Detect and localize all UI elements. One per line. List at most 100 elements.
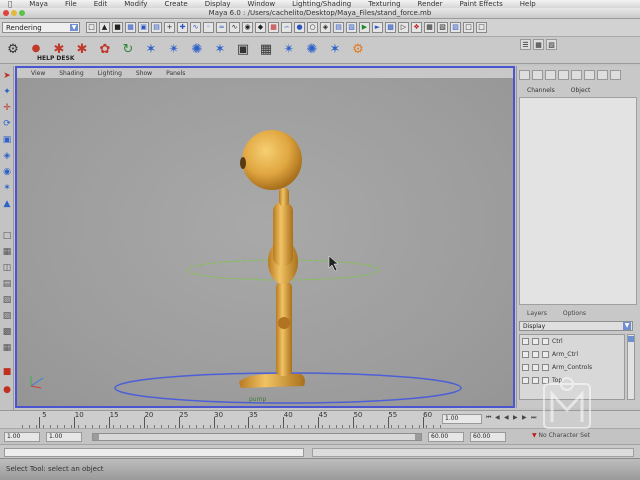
layer-color-swatch[interactable] bbox=[542, 338, 549, 345]
shelf-menu-icon[interactable]: ☰ bbox=[520, 39, 531, 50]
make-live-icon[interactable]: ◈ bbox=[320, 22, 331, 33]
menu-render[interactable]: Render bbox=[418, 0, 443, 8]
playback-start-field[interactable]: 1.00 bbox=[46, 432, 82, 442]
channel-toolbar-btn-5[interactable] bbox=[571, 70, 582, 80]
scroll-arrow-icon[interactable] bbox=[628, 336, 634, 342]
select-object-icon[interactable]: ▣ bbox=[138, 22, 149, 33]
shelf-tool-blue2-icon[interactable]: ✴ bbox=[165, 40, 183, 58]
mask-dynamics-icon[interactable]: ∿ bbox=[229, 22, 240, 33]
mask-joints-icon[interactable]: ✚ bbox=[177, 22, 188, 33]
show-manipulator-icon[interactable]: ✶ bbox=[1, 182, 13, 194]
shelf-tool-dark2-icon[interactable]: ▦ bbox=[257, 40, 275, 58]
channel-toolbar-btn-4[interactable] bbox=[558, 70, 569, 80]
current-frame-field[interactable]: 1.00 bbox=[442, 414, 482, 424]
range-bar[interactable] bbox=[92, 433, 422, 441]
menu-edit[interactable]: Edit bbox=[94, 0, 108, 8]
step-forward-icon[interactable]: ▶ bbox=[522, 414, 529, 423]
render-globals-icon[interactable]: ▩ bbox=[385, 22, 396, 33]
lasso-tool-icon[interactable]: ✦ bbox=[1, 86, 13, 98]
show-attribute-editor-icon[interactable]: ▦ bbox=[424, 22, 435, 33]
soft-mod-tool-icon[interactable]: ◉ bbox=[1, 166, 13, 178]
layer-visibility-toggle[interactable] bbox=[522, 364, 529, 371]
status-extra2-icon[interactable]: □ bbox=[476, 22, 487, 33]
close-window-button[interactable] bbox=[3, 10, 9, 16]
menu-file[interactable]: File bbox=[65, 0, 77, 8]
scale-tool-icon[interactable]: ▣ bbox=[1, 134, 13, 146]
snap-curve-icon[interactable]: ∽ bbox=[281, 22, 292, 33]
shelf-tool-blue3-icon[interactable]: ✺ bbox=[188, 40, 206, 58]
layer-row[interactable]: Arm_Ctrl bbox=[520, 348, 624, 361]
history-icon[interactable]: ▤ bbox=[333, 22, 344, 33]
animation-start-field[interactable]: 1.00 bbox=[4, 432, 40, 442]
app-menu[interactable]: Maya bbox=[29, 0, 48, 8]
zoom-window-button[interactable] bbox=[19, 10, 25, 16]
snap-point-icon[interactable]: ● bbox=[294, 22, 305, 33]
shelf-tool-red3-icon[interactable]: ✿ bbox=[96, 40, 114, 58]
tab-object[interactable]: Object bbox=[571, 87, 591, 97]
render-view-icon[interactable]: ▧ bbox=[346, 22, 357, 33]
select-component-icon[interactable]: ▤ bbox=[151, 22, 162, 33]
layout-four-icon[interactable]: ▦ bbox=[1, 246, 13, 258]
hypergraph-icon[interactable]: ❖ bbox=[411, 22, 422, 33]
perspective-panel[interactable]: View Shading Lighting Show Panels pump bbox=[15, 66, 515, 408]
layer-mode-select[interactable]: Display ▼ bbox=[519, 321, 633, 331]
shelf-options-icon[interactable]: ▧ bbox=[546, 39, 557, 50]
range-start-handle[interactable] bbox=[93, 434, 99, 440]
show-tool-settings-icon[interactable]: ▧ bbox=[437, 22, 448, 33]
play-backward-icon[interactable]: ◀ bbox=[504, 414, 511, 423]
go-to-end-icon[interactable]: ⏭ bbox=[531, 414, 538, 423]
menu-lighting-shading[interactable]: Lighting/Shading bbox=[292, 0, 351, 8]
input-line-icon[interactable]: ▷ bbox=[398, 22, 409, 33]
layer-template-toggle[interactable] bbox=[532, 377, 539, 384]
mask-handles-icon[interactable]: + bbox=[164, 22, 175, 33]
layout-persp-graph-icon[interactable]: ▤ bbox=[1, 278, 13, 290]
layout-extra2-icon[interactable]: ▦ bbox=[1, 342, 13, 354]
layer-row[interactable]: Arm_Controls bbox=[520, 361, 624, 374]
menu-display[interactable]: Display bbox=[205, 0, 231, 8]
render-current-icon[interactable]: ▶ bbox=[359, 22, 370, 33]
character-head[interactable] bbox=[242, 130, 302, 190]
last-tool-icon[interactable]: ▲ bbox=[1, 198, 13, 210]
save-scene-icon[interactable]: ■ bbox=[112, 22, 123, 33]
snap-view-plane-icon[interactable]: ○ bbox=[307, 22, 318, 33]
show-channel-box-icon[interactable]: ▨ bbox=[450, 22, 461, 33]
layout-custom2-icon[interactable]: ● bbox=[1, 384, 13, 396]
autokey-icon[interactable]: ▼ bbox=[532, 432, 537, 439]
go-to-start-icon[interactable]: ⏮ bbox=[486, 414, 493, 423]
step-back-icon[interactable]: ◀ bbox=[495, 414, 502, 423]
shelf-tool-red2-icon[interactable]: ✱ bbox=[73, 40, 91, 58]
shelf-tool-blue6-icon[interactable]: ✺ bbox=[303, 40, 321, 58]
layout-single-icon[interactable]: □ bbox=[1, 230, 13, 242]
layer-visibility-toggle[interactable] bbox=[522, 377, 529, 384]
menu-window[interactable]: Window bbox=[248, 0, 276, 8]
shelf-tool-blue7-icon[interactable]: ✶ bbox=[326, 40, 344, 58]
panel-menu-panels[interactable]: Panels bbox=[166, 70, 185, 77]
layout-custom-icon[interactable]: ■ bbox=[1, 366, 13, 378]
playback-end-field[interactable]: 60.00 bbox=[428, 432, 464, 442]
layout-side-icon[interactable]: ◫ bbox=[1, 262, 13, 274]
shelf-gear-icon[interactable]: ⚙ bbox=[4, 40, 22, 58]
layer-visibility-toggle[interactable] bbox=[522, 351, 529, 358]
layers-menu-layers[interactable]: Layers bbox=[527, 310, 547, 319]
range-end-handle[interactable] bbox=[415, 434, 421, 440]
menu-help[interactable]: Help bbox=[520, 0, 536, 8]
layer-template-toggle[interactable] bbox=[532, 338, 539, 345]
channel-toolbar-btn-6[interactable] bbox=[584, 70, 595, 80]
ipr-render-icon[interactable]: ► bbox=[372, 22, 383, 33]
tab-channels[interactable]: Channels bbox=[527, 87, 555, 97]
shelf-tool-blue5-icon[interactable]: ✴ bbox=[280, 40, 298, 58]
character-neck[interactable] bbox=[279, 188, 289, 206]
mask-rendering-icon[interactable]: ◉ bbox=[242, 22, 253, 33]
layer-visibility-toggle[interactable] bbox=[522, 338, 529, 345]
menu-set-select[interactable]: Rendering ▼ bbox=[2, 22, 80, 33]
layer-template-toggle[interactable] bbox=[532, 351, 539, 358]
status-extra-icon[interactable]: □ bbox=[463, 22, 474, 33]
shelf-tool-green-icon[interactable]: ↻ bbox=[119, 40, 137, 58]
layer-scrollbar[interactable] bbox=[627, 334, 635, 400]
select-tool-icon[interactable]: ➤ bbox=[1, 70, 13, 82]
select-hierarchy-icon[interactable]: ▦ bbox=[125, 22, 136, 33]
character-feet[interactable] bbox=[239, 374, 305, 388]
apple-menu-icon[interactable]:  bbox=[8, 0, 12, 8]
channel-toolbar-btn-2[interactable] bbox=[532, 70, 543, 80]
shelf-tool-orange-icon[interactable]: ⚙ bbox=[349, 40, 367, 58]
